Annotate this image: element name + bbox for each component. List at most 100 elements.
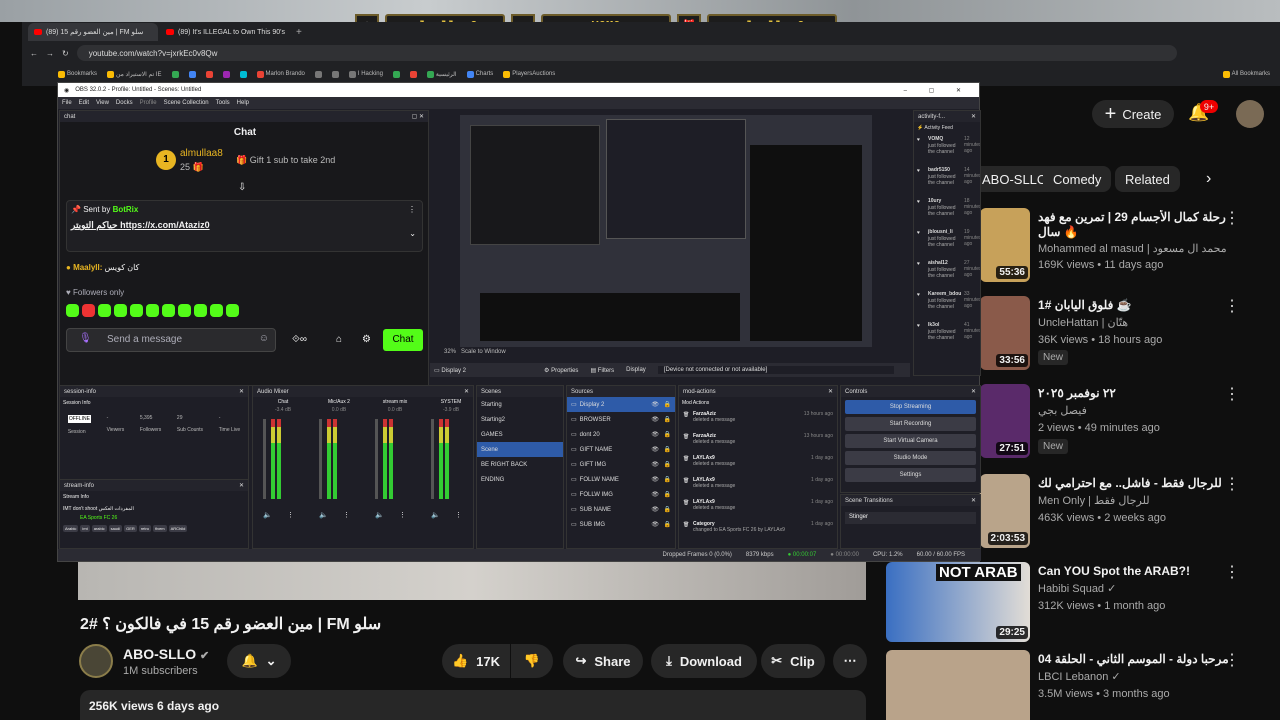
more-icon[interactable]: ⋮ [1224, 208, 1240, 228]
bookmark-item[interactable]: Charts [466, 70, 493, 78]
scene-item[interactable]: Starting2 [477, 412, 563, 427]
more-icon[interactable]: ⋮ [1224, 474, 1240, 494]
close-icon[interactable]: ▢ ✕ [412, 113, 424, 120]
source-item[interactable]: ▭ FOLLW NAME 👁 🔒 [567, 472, 675, 487]
volume-slider[interactable] [263, 419, 266, 499]
channel-name[interactable]: Habibi Squad ✓ [1038, 582, 1116, 595]
source-item[interactable]: ▭ BROWSER 👁 🔒 [567, 412, 675, 427]
lock-icon[interactable]: 🔒 [664, 506, 671, 513]
gear-icon[interactable]: ⚙ [362, 334, 371, 345]
menu-view[interactable]: View [96, 100, 109, 106]
source-item[interactable]: ▭ dont 20 👁 🔒 [567, 427, 675, 442]
close-icon[interactable]: ✕ [828, 388, 833, 395]
gear-icon[interactable]: ⋮ [287, 511, 294, 519]
speaker-icon[interactable]: 🔈 [431, 511, 440, 519]
channel-name[interactable]: LBCI Lebanon ✓ [1038, 670, 1121, 683]
close-icon[interactable]: ✕ [239, 388, 244, 395]
display-select[interactable]: [Device not connected or not available] [657, 366, 894, 374]
emote-icon[interactable] [226, 304, 239, 317]
properties-button[interactable]: ⚙ Properties [544, 367, 578, 374]
avatar[interactable] [1236, 100, 1264, 128]
download-button[interactable]: ⤓ Download [651, 644, 757, 678]
speaker-icon[interactable]: 🔈 [319, 511, 328, 519]
eye-icon[interactable]: 👁 [651, 431, 659, 438]
dislike-button[interactable]: 👎 [511, 644, 553, 678]
video-title[interactable]: رحلة كمال الأجسام 29 | تمرين مع فهد سال … [1038, 210, 1248, 240]
transition-select[interactable]: Stinger [845, 512, 976, 524]
menu-help[interactable]: Help [237, 100, 249, 106]
video-thumbnail[interactable]: NOT ARAB 29:25 [886, 562, 1030, 642]
channel-name[interactable]: ABO-SLLO ✔ [123, 646, 209, 662]
speaker-icon[interactable]: 🔈 [263, 511, 272, 519]
description-box[interactable]: 256K views 6 days ago [80, 690, 866, 720]
more-icon[interactable]: ⋮ [408, 205, 416, 214]
studio-mode-button[interactable]: Studio Mode [845, 451, 976, 465]
scene-item[interactable]: ENDING [477, 472, 563, 487]
bookmark-item[interactable]: تم الاستيراد من IE [107, 70, 162, 78]
volume-slider[interactable] [319, 419, 322, 499]
lock-icon[interactable]: 🔒 [664, 431, 671, 438]
browser-tab-1[interactable]: (89) مين العضو رقم 15 | FM سلو [28, 23, 158, 41]
close-icon[interactable]: ✕ [971, 113, 976, 120]
emote-icon[interactable] [146, 304, 159, 317]
new-tab-icon[interactable]: + [292, 27, 302, 38]
pinned-text[interactable]: حياكم التويتر https://x.com/Ataziz0 [71, 220, 418, 231]
emote-icon[interactable] [162, 304, 175, 317]
source-item[interactable]: ▭ SUB NAME 👁 🔒 [567, 502, 675, 517]
speaker-icon[interactable]: 🔈 [375, 511, 384, 519]
activity-user[interactable]: 10ury [928, 198, 941, 204]
activity-user[interactable]: badr5150 [928, 167, 950, 173]
menu-profile[interactable]: Profile [140, 100, 157, 106]
emote-icon[interactable] [194, 304, 207, 317]
chat-input[interactable]: 🎙 Send a message ☺ [66, 328, 276, 352]
source-item[interactable]: ▭ GIFT IMG 👁 🔒 [567, 457, 675, 472]
stop-streaming-button[interactable]: Stop Streaming [845, 400, 976, 414]
like-button[interactable]: 👍 17K [442, 644, 510, 678]
menu-docks[interactable]: Docks [116, 100, 133, 106]
bookmark-item[interactable] [314, 70, 322, 78]
bookmark-item[interactable] [239, 70, 247, 78]
clip-button[interactable]: ✂ Clip [761, 644, 825, 678]
activity-user[interactable]: Kareem_bdou [928, 291, 961, 297]
scene-item[interactable]: Starting [477, 397, 563, 412]
zoom-label[interactable]: 32% Scale to Window [444, 349, 506, 355]
bookmark-item[interactable] [171, 70, 179, 78]
emote-icon[interactable] [66, 304, 79, 317]
video-thumbnail[interactable]: 27:51 [980, 384, 1030, 458]
scene-item[interactable]: Scene [477, 442, 563, 457]
menu-file[interactable]: File [62, 100, 72, 106]
emote-icon[interactable] [82, 304, 95, 317]
bookmark-item[interactable] [205, 70, 213, 78]
bookmark-item[interactable]: Marlon Brando [256, 70, 305, 78]
filters-button[interactable]: ▤ Filters [590, 367, 614, 374]
activity-user[interactable]: aishal12 [928, 260, 948, 266]
share-button[interactable]: ↪ Share [563, 644, 643, 678]
source-item[interactable]: ▭ GIFT NAME 👁 🔒 [567, 442, 675, 457]
start-recording-button[interactable]: Start Recording [845, 417, 976, 431]
video-thumbnail[interactable]: 2:03:53 [980, 474, 1030, 548]
browser-tab-2[interactable]: (89) It's ILLEGAL to Own This 90's [160, 23, 290, 41]
bookmark-item[interactable]: Bookmarks [58, 70, 97, 78]
emoji-icon[interactable]: ☺ [259, 333, 269, 344]
settings-button[interactable]: Settings [845, 468, 976, 482]
chevron-right-icon[interactable]: › [1206, 170, 1211, 188]
more-icon[interactable]: ⋮ [1224, 562, 1240, 582]
eye-icon[interactable]: 👁 [651, 491, 659, 498]
emote-icon[interactable] [114, 304, 127, 317]
chat-username[interactable]: Maalyll: [73, 263, 102, 272]
more-icon[interactable]: ⋮ [1224, 650, 1240, 670]
eye-icon[interactable]: 👁 [651, 476, 659, 483]
lock-icon[interactable]: 🔒 [664, 416, 671, 423]
gear-icon[interactable]: ⋮ [455, 511, 462, 519]
bookmark-item[interactable] [409, 70, 417, 78]
scene-item[interactable]: BE RIGHT BACK [477, 457, 563, 472]
start-virtual-camera-button[interactable]: Start Virtual Camera [845, 434, 976, 448]
subscribe-bell-button[interactable]: 🔔 ⌄ [227, 644, 291, 678]
create-button[interactable]: + Create [1092, 100, 1174, 128]
gear-icon[interactable]: ⋮ [399, 511, 406, 519]
eye-icon[interactable]: 👁 [651, 401, 659, 408]
source-item[interactable]: ▭ FOLLW IMG 👁 🔒 [567, 487, 675, 502]
address-field[interactable]: youtube.com/watch?v=jxrkEc0v8Qw [76, 45, 1177, 61]
lock-icon[interactable]: 🔒 [664, 401, 671, 408]
obs-preview-canvas[interactable] [460, 115, 872, 347]
